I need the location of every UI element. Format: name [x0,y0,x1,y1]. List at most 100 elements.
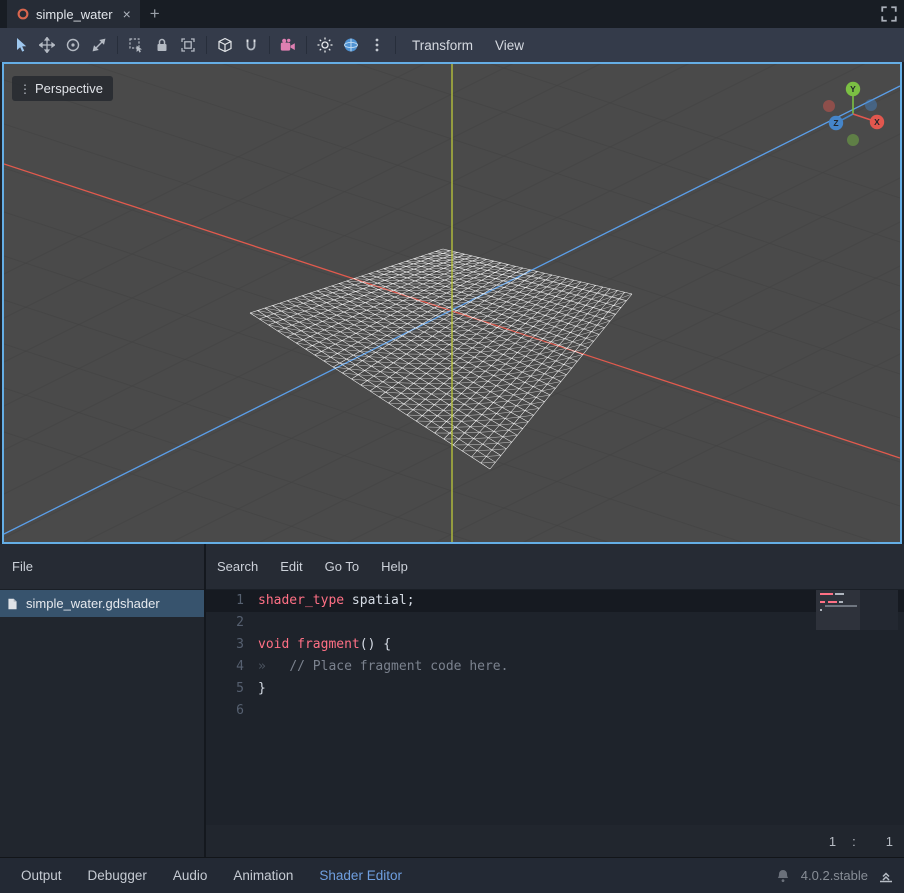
editor-menu-help[interactable]: Help [370,559,419,574]
bottom-bar-right: 4.0.2.stable [775,868,894,884]
scale-icon [91,37,107,53]
notifications-bell-icon[interactable] [775,868,791,884]
toolbar-separator [117,36,118,54]
move-icon [39,37,55,53]
mesh-tool-button[interactable] [212,32,238,58]
code-text: void fragment() { [258,634,391,656]
shader-file-list: simple_water.gdshader [0,590,204,857]
fullscreen-icon [880,5,898,23]
line-number: 1 [206,590,258,612]
select-cursor-icon [13,37,29,53]
camera-preview-button[interactable] [275,32,301,58]
preview-environment-button[interactable] [338,32,364,58]
more-options-dots-icon [369,37,385,53]
3d-viewport[interactable]: Y X Z ⋮ Perspective [2,62,902,544]
dock-tab-debugger[interactable]: Debugger [75,868,160,883]
code-text: shader_type spatial; [258,590,415,612]
file-name: simple_water.gdshader [26,596,160,611]
file-document-icon [6,597,19,611]
camera-icon [280,37,296,53]
editor-menu-search[interactable]: Search [206,559,269,574]
line-number: 3 [206,634,258,656]
code-text: } [258,678,266,700]
group-selected-button[interactable] [175,32,201,58]
lock-icon [154,37,170,53]
godot-editor-window: simple_water × + [0,0,904,893]
code-text: » // Place fragment code here. [258,656,508,678]
line-number: 5 [206,678,258,700]
code-line[interactable]: 3void fragment() { [206,634,904,656]
dock-tab-shader-editor[interactable]: Shader Editor [306,868,415,883]
tab-label: simple_water [36,7,113,22]
spatial-toolbar: Transform View [0,28,904,62]
shader-file-icon [16,7,30,21]
shader-file-panel: File simple_water.gdshader [0,544,206,857]
rotate-tool-button[interactable] [60,32,86,58]
box-select-tool-button[interactable] [123,32,149,58]
sun-icon [317,37,333,53]
code-line[interactable]: 6 [206,700,904,722]
file-panel-menubar: File [0,544,204,590]
minimap-visible-region [816,590,860,630]
file-list-item[interactable]: simple_water.gdshader [0,590,204,617]
dock-tab-output[interactable]: Output [8,868,75,883]
svg-text:Z: Z [833,118,838,128]
editor-status-bar: 1 : 1 [206,825,904,857]
view-menu[interactable]: View [484,38,535,53]
dock-tab-audio[interactable]: Audio [160,868,221,883]
perspective-menu-button[interactable]: ⋮ Perspective [12,76,113,101]
svg-text:X: X [874,117,880,127]
toolbar-separator [206,36,207,54]
perspective-label: Perspective [35,81,103,96]
shader-code-editor: SearchEditGo ToHelp 1shader_type spatial… [206,544,904,857]
toolbar-separator [395,36,396,54]
mesh-cube-icon [217,37,233,53]
tab-close-icon[interactable]: × [123,6,131,22]
code-line[interactable]: 1shader_type spatial; [206,590,904,612]
water-plane-mesh [250,249,632,469]
axis-gizmo[interactable]: Y X Z [823,82,884,146]
preview-sun-button[interactable] [312,32,338,58]
svg-text:Y: Y [850,84,856,94]
move-tool-button[interactable] [34,32,60,58]
viewport-options-button[interactable] [364,32,390,58]
transform-menu[interactable]: Transform [401,38,484,53]
lock-selected-button[interactable] [149,32,175,58]
cursor-separator: : [852,834,856,849]
editor-menu-go-to[interactable]: Go To [314,559,370,574]
cursor-line: 1 [829,834,836,849]
toolbar-separator [269,36,270,54]
scale-tool-button[interactable] [86,32,112,58]
file-menu[interactable]: File [0,559,45,574]
code-line[interactable]: 2 [206,612,904,634]
toolbar-separator [306,36,307,54]
line-number: 4 [206,656,258,678]
toggle-fullscreen-button[interactable] [880,5,898,23]
new-tab-button[interactable]: + [140,0,170,28]
code-minimap[interactable] [816,590,898,630]
code-line[interactable]: 4» // Place fragment code here. [206,656,904,678]
snap-tool-button[interactable] [238,32,264,58]
tab-simple-water[interactable]: simple_water × [7,0,140,28]
scene-tab-bar: simple_water × + [0,0,904,28]
box-select-icon [128,37,144,53]
editor-menu-edit[interactable]: Edit [269,559,313,574]
line-number: 6 [206,700,258,722]
group-icon [180,37,196,53]
shader-editor-panel: File simple_water.gdshader SearchEditGo … [0,544,904,857]
code-area[interactable]: 1shader_type spatial;23void fragment() {… [206,590,904,825]
line-number: 2 [206,612,258,634]
editor-menubar: SearchEditGo ToHelp [206,544,904,590]
snap-magnet-icon [243,37,259,53]
environment-globe-icon [343,37,359,53]
perspective-dots-icon: ⋮ [19,82,30,96]
expand-bottom-panel-icon[interactable] [878,868,894,884]
viewport-scene: Y X Z [4,64,900,542]
rotate-icon [65,37,81,53]
code-line[interactable]: 5} [206,678,904,700]
select-tool-button[interactable] [8,32,34,58]
bottom-dock-tabs: OutputDebuggerAudioAnimationShader Edito… [8,868,415,883]
bottom-dock-bar: OutputDebuggerAudioAnimationShader Edito… [0,857,904,893]
dock-tab-animation[interactable]: Animation [220,868,306,883]
cursor-column: 1 [886,834,893,849]
